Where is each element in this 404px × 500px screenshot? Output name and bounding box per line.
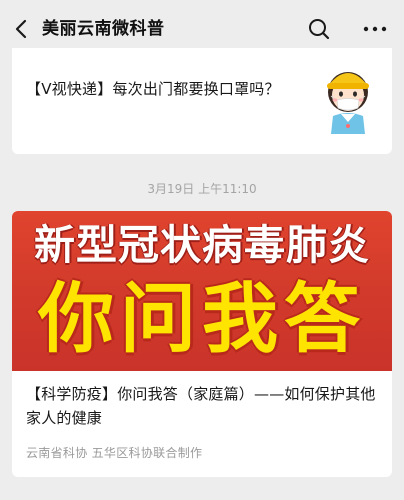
- more-options-button[interactable]: [362, 17, 388, 41]
- back-button[interactable]: [10, 17, 34, 41]
- search-button[interactable]: [306, 16, 332, 42]
- banner-subheadline: 你问我答: [38, 274, 366, 363]
- more-horizontal-icon: [363, 26, 387, 32]
- message-timestamp: 3月19日 上午11:10: [147, 182, 257, 196]
- article-source: 云南省科协 五华区科协联合制作: [26, 446, 203, 460]
- banner-headline: 新型冠状病毒肺炎: [34, 221, 370, 269]
- article-card[interactable]: 新型冠状病毒肺炎 你问我答 【科学防疫】你问我答（家庭篇）——如何保护其他家人的…: [12, 211, 392, 477]
- article-card[interactable]: 【V视快递】每次出门都要换口罩吗？: [12, 48, 392, 154]
- page-title: 美丽云南微科普: [42, 19, 165, 39]
- article-title: 【V视快递】每次出门都要换口罩吗？: [26, 80, 280, 98]
- child-wearing-mask-icon: [327, 72, 369, 134]
- search-icon: [309, 19, 330, 40]
- article-cover-banner[interactable]: 新型冠状病毒肺炎 你问我答: [12, 211, 392, 371]
- article-title: 【科学防疫】你问我答（家庭篇）——如何保护其他家人的健康: [26, 385, 376, 427]
- chevron-left-icon: [15, 19, 27, 39]
